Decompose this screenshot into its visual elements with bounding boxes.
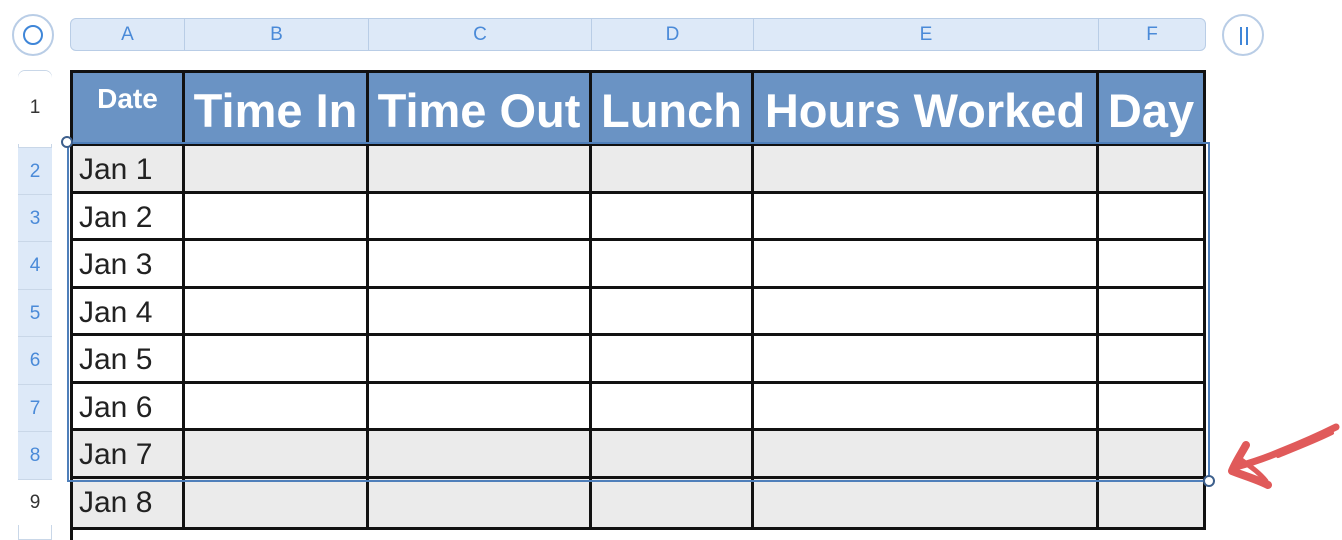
cell-time-in[interactable] <box>185 479 369 530</box>
cell-hours-worked[interactable] <box>754 479 1099 530</box>
cell-lunch[interactable] <box>592 479 754 530</box>
hand-drawn-arrow-icon <box>1228 423 1340 489</box>
column-header-d[interactable]: D <box>592 18 754 51</box>
row-header-3[interactable]: 3 <box>18 194 52 241</box>
circle-icon <box>23 25 43 45</box>
column-header-c[interactable]: C <box>369 18 592 51</box>
row-header-7[interactable]: 7 <box>18 384 52 431</box>
selection-range[interactable] <box>67 142 1210 482</box>
row-header-8[interactable]: 8 <box>18 431 52 479</box>
cell-day[interactable] <box>1099 479 1206 530</box>
column-header-b[interactable]: B <box>185 18 369 51</box>
header-cell-date[interactable]: Date <box>73 73 185 146</box>
column-header-f[interactable]: F <box>1099 18 1205 51</box>
select-all-button[interactable] <box>12 14 54 56</box>
row-header-1[interactable]: 1 <box>18 71 52 144</box>
header-cell-hours-worked[interactable]: Hours Worked <box>754 73 1099 146</box>
row-header-2[interactable]: 2 <box>18 147 52 194</box>
column-header-e[interactable]: E <box>754 18 1099 51</box>
header-cell-time-in[interactable]: Time In <box>185 73 369 146</box>
row-header-4[interactable]: 4 <box>18 241 52 289</box>
row-header-9[interactable]: 9 <box>18 479 52 525</box>
selection-handle-top-left[interactable] <box>61 136 73 148</box>
header-cell-day[interactable]: Day <box>1099 73 1206 146</box>
freeze-columns-button[interactable] <box>1222 14 1264 56</box>
row-header-5[interactable]: 5 <box>18 289 52 336</box>
cell-time-out[interactable] <box>369 479 592 530</box>
header-cell-lunch[interactable]: Lunch <box>592 73 754 146</box>
header-cell-time-out[interactable]: Time Out <box>369 73 592 146</box>
column-header-a[interactable]: A <box>71 18 185 51</box>
cell-date[interactable]: Jan 8 <box>73 479 185 530</box>
row-header-6[interactable]: 6 <box>18 336 52 384</box>
